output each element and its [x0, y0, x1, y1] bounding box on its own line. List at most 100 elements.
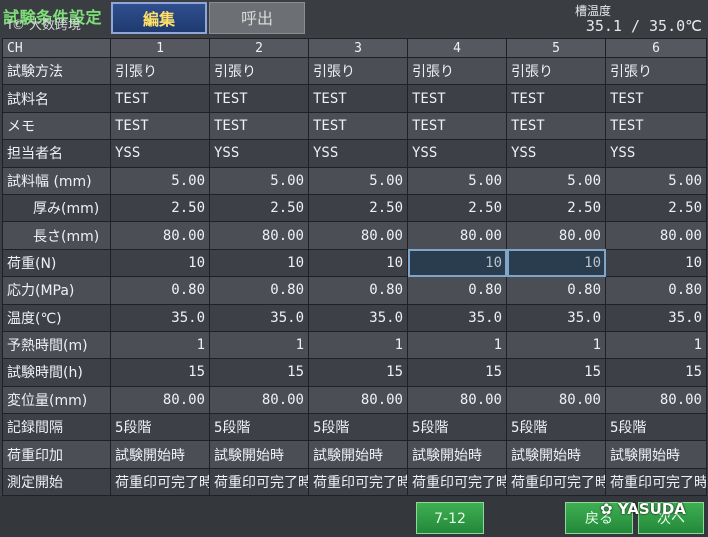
thickness-cell[interactable]: 2.50: [209, 193, 309, 223]
stress-cell[interactable]: 0.80: [506, 276, 606, 305]
sample-name-cell[interactable]: TEST: [209, 84, 309, 113]
preheat-time-cell[interactable]: 1: [605, 330, 707, 360]
record-interval-cell[interactable]: 5段階: [308, 413, 408, 442]
sample-width-cell[interactable]: 5.00: [407, 166, 507, 195]
operator-cell[interactable]: YSS: [308, 139, 408, 168]
temperature-cell[interactable]: 35.0: [110, 303, 210, 332]
temperature-cell[interactable]: 35.0: [308, 303, 408, 332]
stress-cell[interactable]: 0.80: [407, 276, 507, 305]
displacement-cell[interactable]: 80.00: [110, 385, 210, 415]
load-application-cell[interactable]: 試験開始時: [605, 440, 707, 469]
measurement-start-cell[interactable]: 荷重印可完了時: [407, 467, 507, 497]
thickness-cell[interactable]: 2.50: [506, 193, 606, 223]
load-application-cell[interactable]: 試験開始時: [506, 440, 606, 469]
measurement-start-cell[interactable]: 荷重印可完了時: [605, 467, 707, 497]
sample-name-cell[interactable]: TEST: [308, 84, 408, 113]
test-method-cell[interactable]: 引張り: [209, 56, 309, 86]
memo-cell[interactable]: TEST: [605, 111, 707, 141]
displacement-cell[interactable]: 80.00: [308, 385, 408, 415]
test-method-cell[interactable]: 引張り: [506, 56, 606, 86]
thickness-cell[interactable]: 2.50: [605, 193, 707, 223]
length-cell[interactable]: 80.00: [209, 221, 309, 250]
operator-cell[interactable]: YSS: [506, 139, 606, 168]
operator-cell[interactable]: YSS: [110, 139, 210, 168]
length-cell[interactable]: 80.00: [308, 221, 408, 250]
sample-name-cell[interactable]: TEST: [605, 84, 707, 113]
test-method-cell[interactable]: 引張り: [407, 56, 507, 86]
operator-cell[interactable]: YSS: [407, 139, 507, 168]
test-time-cell[interactable]: 15: [506, 358, 606, 387]
operator-cell[interactable]: YSS: [209, 139, 309, 168]
sample-width-cell[interactable]: 5.00: [110, 166, 210, 195]
test-time-cell[interactable]: 15: [209, 358, 309, 387]
row-test-method: 試験方法 引張り 引張り 引張り 引張り 引張り 引張り: [2, 56, 707, 86]
test-time-cell[interactable]: 15: [605, 358, 707, 387]
sample-width-cell[interactable]: 5.00: [506, 166, 606, 195]
memo-cell[interactable]: TEST: [407, 111, 507, 141]
test-method-cell[interactable]: 引張り: [308, 56, 408, 86]
length-cell[interactable]: 80.00: [110, 221, 210, 250]
sample-width-cell[interactable]: 5.00: [209, 166, 309, 195]
tab-recall[interactable]: 呼出: [209, 2, 305, 34]
stress-cell[interactable]: 0.80: [308, 276, 408, 305]
sample-width-cell[interactable]: 5.00: [605, 166, 707, 195]
test-time-cell[interactable]: 15: [110, 358, 210, 387]
thickness-cell[interactable]: 2.50: [110, 193, 210, 223]
preheat-time-cell[interactable]: 1: [308, 330, 408, 360]
record-interval-cell[interactable]: 5段階: [407, 413, 507, 442]
test-method-cell[interactable]: 引張り: [605, 56, 707, 86]
load-application-cell[interactable]: 試験開始時: [209, 440, 309, 469]
measurement-start-cell[interactable]: 荷重印可完了時: [110, 467, 210, 497]
operator-cell[interactable]: YSS: [605, 139, 707, 168]
record-interval-cell[interactable]: 5段階: [209, 413, 309, 442]
displacement-cell[interactable]: 80.00: [605, 385, 707, 415]
length-cell[interactable]: 80.00: [605, 221, 707, 250]
load-cell-selected[interactable]: 10: [407, 248, 507, 278]
length-cell[interactable]: 80.00: [506, 221, 606, 250]
sample-name-cell[interactable]: TEST: [506, 84, 606, 113]
memo-cell[interactable]: TEST: [110, 111, 210, 141]
stress-cell[interactable]: 0.80: [209, 276, 309, 305]
load-application-cell[interactable]: 試験開始時: [407, 440, 507, 469]
temperature-cell[interactable]: 35.0: [209, 303, 309, 332]
sample-width-cell[interactable]: 5.00: [308, 166, 408, 195]
load-application-cell[interactable]: 試験開始時: [110, 440, 210, 469]
test-time-cell[interactable]: 15: [407, 358, 507, 387]
record-interval-cell[interactable]: 5段階: [605, 413, 707, 442]
measurement-start-cell[interactable]: 荷重印可完了時: [209, 467, 309, 497]
load-cell[interactable]: 10: [308, 248, 408, 278]
length-cell[interactable]: 80.00: [407, 221, 507, 250]
displacement-cell[interactable]: 80.00: [407, 385, 507, 415]
measurement-start-cell[interactable]: 荷重印可完了時: [308, 467, 408, 497]
stress-cell[interactable]: 0.80: [605, 276, 707, 305]
temperature-cell[interactable]: 35.0: [407, 303, 507, 332]
load-cell[interactable]: 10: [605, 248, 707, 278]
record-interval-cell[interactable]: 5段階: [110, 413, 210, 442]
preheat-time-cell[interactable]: 1: [407, 330, 507, 360]
preheat-time-cell[interactable]: 1: [110, 330, 210, 360]
record-interval-cell[interactable]: 5段階: [506, 413, 606, 442]
page-button[interactable]: 7-12: [416, 502, 484, 534]
stress-cell[interactable]: 0.80: [110, 276, 210, 305]
temperature-cell[interactable]: 35.0: [506, 303, 606, 332]
memo-cell[interactable]: TEST: [308, 111, 408, 141]
load-cell[interactable]: 10: [209, 248, 309, 278]
load-cell-selected[interactable]: 10: [506, 248, 606, 278]
preheat-time-cell[interactable]: 1: [506, 330, 606, 360]
tab-edit[interactable]: 編集: [111, 2, 207, 34]
measurement-start-cell[interactable]: 荷重印可完了時: [506, 467, 606, 497]
memo-cell[interactable]: TEST: [209, 111, 309, 141]
sample-name-cell[interactable]: TEST: [110, 84, 210, 113]
temperature-cell[interactable]: 35.0: [605, 303, 707, 332]
load-cell[interactable]: 10: [110, 248, 210, 278]
memo-cell[interactable]: TEST: [506, 111, 606, 141]
load-application-cell[interactable]: 試験開始時: [308, 440, 408, 469]
thickness-cell[interactable]: 2.50: [407, 193, 507, 223]
displacement-cell[interactable]: 80.00: [209, 385, 309, 415]
thickness-cell[interactable]: 2.50: [308, 193, 408, 223]
displacement-cell[interactable]: 80.00: [506, 385, 606, 415]
test-method-cell[interactable]: 引張り: [110, 56, 210, 86]
preheat-time-cell[interactable]: 1: [209, 330, 309, 360]
sample-name-cell[interactable]: TEST: [407, 84, 507, 113]
test-time-cell[interactable]: 15: [308, 358, 408, 387]
